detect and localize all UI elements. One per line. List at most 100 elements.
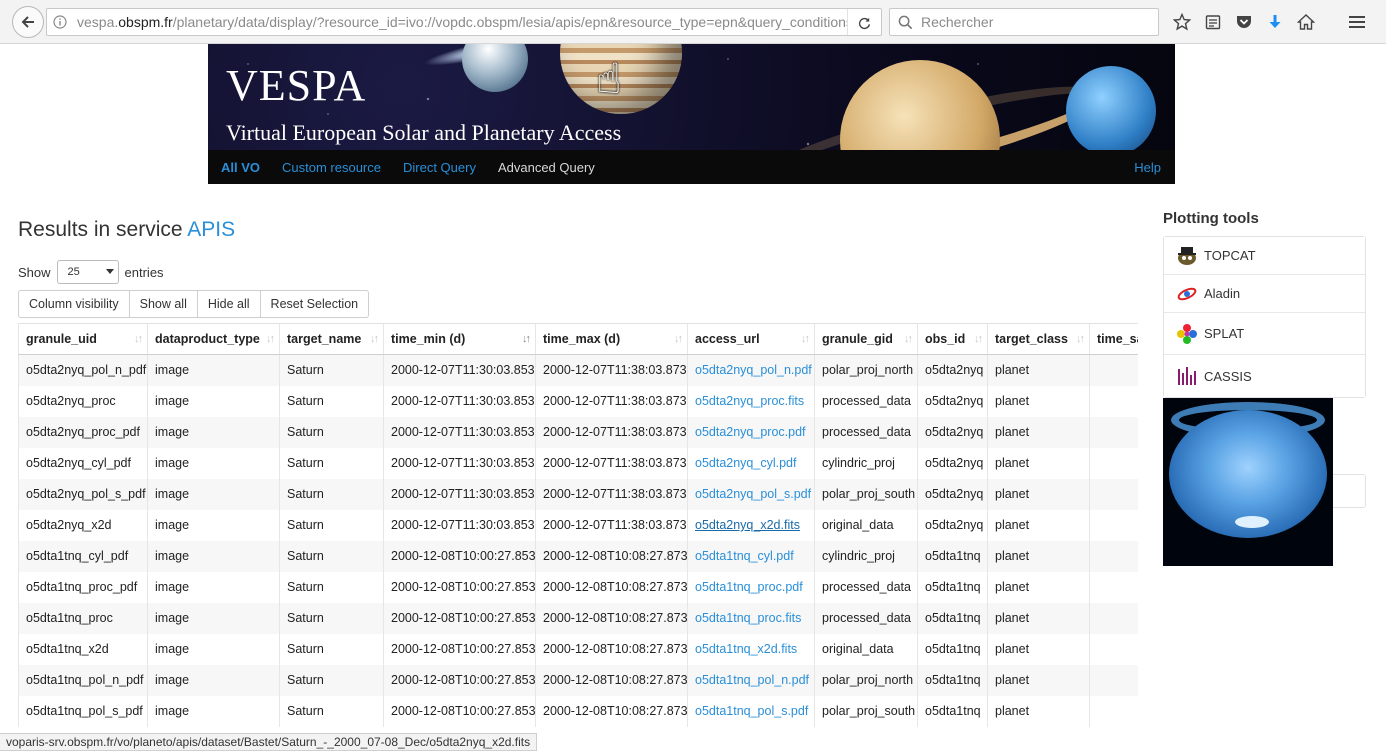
column-header[interactable]: time_min (d) ↓↑ (383, 323, 536, 355)
column-header[interactable]: granule_gid ↓↑ (814, 323, 918, 355)
saturn-preview-image (1163, 398, 1333, 566)
search-input[interactable]: Rechercher (889, 8, 1159, 36)
cell-obs-id: o5dta1tnq (917, 540, 988, 572)
sort-icon: ↓↑ (370, 333, 379, 345)
back-button[interactable] (12, 6, 44, 38)
table-row[interactable]: o5dta2nyq_proc_pdf image Saturn 2000-12-07T… (18, 416, 1138, 448)
reset-selection-button[interactable]: Reset Selection (259, 290, 370, 318)
hide-all-button[interactable]: Hide all (196, 290, 261, 318)
cell-dataproduct-type: image (147, 447, 280, 479)
access-url-link[interactable]: o5dta2nyq_proc.fits (695, 394, 804, 408)
hamburger-menu-icon[interactable] (1342, 8, 1372, 36)
cell-obs-id: o5dta2nyq (917, 509, 988, 541)
service-name-link[interactable]: APIS (187, 218, 235, 241)
table-row[interactable]: o5dta2nyq_x2d image Saturn 2000-12-07T11:30… (18, 509, 1138, 541)
nav-help[interactable]: Help (1134, 160, 1161, 175)
cell-target-class: planet (987, 354, 1090, 386)
access-url-link[interactable]: o5dta1tnq_cyl.pdf (695, 549, 794, 563)
cell-target-class: planet (987, 416, 1090, 448)
cell-access-url: o5dta1tnq_pol_n.pdf (687, 664, 815, 696)
cell-target-class: planet (987, 633, 1090, 665)
column-header[interactable]: dataproduct_type ↓↑ (147, 323, 280, 355)
info-icon[interactable] (47, 15, 73, 29)
table-row[interactable]: o5dta2nyq_pol_s_pdf image Saturn 2000-12-07… (18, 478, 1138, 510)
tool-aladin[interactable]: Aladin (1164, 275, 1365, 313)
column-visibility-button[interactable]: Column visibility (18, 290, 130, 318)
access-url-link[interactable]: o5dta2nyq_proc.pdf (695, 425, 806, 439)
access-url-link[interactable]: o5dta1tnq_proc.fits (695, 611, 801, 625)
cell-granule-gid: polar_proj_north (814, 664, 918, 696)
column-header[interactable]: time_sa (1089, 323, 1138, 355)
column-header[interactable]: access_url ↓↑ (687, 323, 815, 355)
column-header[interactable]: time_max (d) ↓↑ (535, 323, 688, 355)
home-icon[interactable] (1290, 8, 1321, 36)
entries-per-page-select[interactable]: 25 (56, 260, 119, 284)
table-row[interactable]: o5dta2nyq_proc image Saturn 2000-12-07T11:3… (18, 385, 1138, 417)
cell-obs-id: o5dta1tnq (917, 571, 988, 603)
nav-direct-query[interactable]: Direct Query (403, 160, 476, 175)
results-table: granule_uid ↓↑ dataproduct_type ↓↑ target_… (18, 323, 1138, 727)
pocket-icon[interactable] (1228, 8, 1259, 36)
sort-icon: ↓↑ (974, 333, 983, 345)
nav-all-vo[interactable]: All VO (221, 160, 260, 175)
bookmark-star-icon[interactable] (1166, 8, 1197, 36)
access-url-link[interactable]: o5dta1tnq_proc.pdf (695, 580, 803, 594)
cell-time-sampling (1089, 416, 1138, 448)
nav-custom-resource[interactable]: Custom resource (282, 160, 381, 175)
table-row[interactable]: o5dta1tnq_proc_pdf image Saturn 2000-12-08T… (18, 571, 1138, 603)
hand-cursor-icon: ☝ (596, 55, 622, 102)
table-row[interactable]: o5dta1tnq_cyl_pdf image Saturn 2000-12-08T1… (18, 540, 1138, 572)
banner-subtitle: Virtual European Solar and Planetary Acc… (226, 120, 622, 145)
cell-time-max: 2000-12-07T11:38:03.873 (535, 478, 688, 510)
access-url-link[interactable]: o5dta2nyq_pol_n.pdf (695, 363, 812, 377)
column-header[interactable]: obs_id ↓↑ (917, 323, 988, 355)
column-header[interactable]: target_name ↓↑ (279, 323, 384, 355)
column-header[interactable]: granule_uid ↓↑ (18, 323, 148, 355)
vespa-banner: VESPA Virtual European Solar and Planeta… (208, 44, 1175, 184)
show-all-button[interactable]: Show all (128, 290, 198, 318)
cell-target-name: Saturn (279, 664, 384, 696)
cell-obs-id: o5dta2nyq (917, 478, 988, 510)
cell-granule-gid: polar_proj_south (814, 695, 918, 727)
table-row[interactable]: o5dta1tnq_pol_n_pdf image Saturn 2000-12-08… (18, 664, 1138, 696)
sort-icon: ↓↑ (1076, 333, 1085, 345)
cell-dataproduct-type: image (147, 385, 280, 417)
tool-label: TOPCAT (1204, 248, 1256, 263)
access-url-link[interactable]: o5dta2nyq_x2d.fits (695, 518, 800, 532)
table-row[interactable]: o5dta1tnq_x2d image Saturn 2000-12-08T10:00… (18, 633, 1138, 665)
access-url-link[interactable]: o5dta1tnq_x2d.fits (695, 642, 797, 656)
results-title: Results in service APIS (18, 218, 235, 242)
cell-time-max: 2000-12-07T11:38:03.873 (535, 416, 688, 448)
table-row[interactable]: o5dta1tnq_proc image Saturn 2000-12-08T10:0… (18, 602, 1138, 634)
tool-splat[interactable]: SPLAT (1164, 313, 1365, 355)
table-row[interactable]: o5dta1tnq_pol_s_pdf image Saturn 2000-12-08… (18, 695, 1138, 727)
reload-icon (858, 17, 871, 29)
cell-time-min: 2000-12-07T11:30:03.853 (383, 385, 536, 417)
cell-obs-id: o5dta2nyq (917, 385, 988, 417)
column-header-label: target_name (287, 332, 362, 346)
download-icon[interactable] (1259, 8, 1290, 36)
nav-advanced-query[interactable]: Advanced Query (498, 160, 595, 175)
tool-topcat[interactable]: TOPCAT (1164, 237, 1365, 275)
cell-time-max: 2000-12-08T10:08:27.873 (535, 602, 688, 634)
reading-list-icon[interactable] (1197, 8, 1228, 36)
cell-dataproduct-type: image (147, 602, 280, 634)
access-url-link[interactable]: o5dta1tnq_pol_s.pdf (695, 704, 808, 718)
access-url-link[interactable]: o5dta1tnq_pol_n.pdf (695, 673, 809, 687)
cell-granule-gid: processed_data (814, 416, 918, 448)
url-text[interactable]: vespa.obspm.fr/planetary/data/display/?r… (73, 14, 847, 30)
cell-target-name: Saturn (279, 602, 384, 634)
cell-access-url: o5dta2nyq_pol_n.pdf (687, 354, 815, 386)
topcat-icon (1176, 245, 1198, 267)
column-header[interactable]: target_class ↓↑ (987, 323, 1090, 355)
cell-time-min: 2000-12-08T10:00:27.853 (383, 571, 536, 603)
sort-ascending-icon: ↓↑ (522, 333, 531, 345)
access-url-link[interactable]: o5dta2nyq_pol_s.pdf (695, 487, 811, 501)
url-bar[interactable]: vespa.obspm.fr/planetary/data/display/?r… (46, 8, 882, 36)
reload-button[interactable] (847, 9, 881, 35)
table-row[interactable]: o5dta2nyq_pol_n_pdf image Saturn 2000-12-07… (18, 354, 1138, 386)
table-row[interactable]: o5dta2nyq_cyl_pdf image Saturn 2000-12-07T1… (18, 447, 1138, 479)
tool-cassis[interactable]: CASSIS (1164, 355, 1365, 397)
cell-obs-id: o5dta1tnq (917, 602, 988, 634)
access-url-link[interactable]: o5dta2nyq_cyl.pdf (695, 456, 796, 470)
